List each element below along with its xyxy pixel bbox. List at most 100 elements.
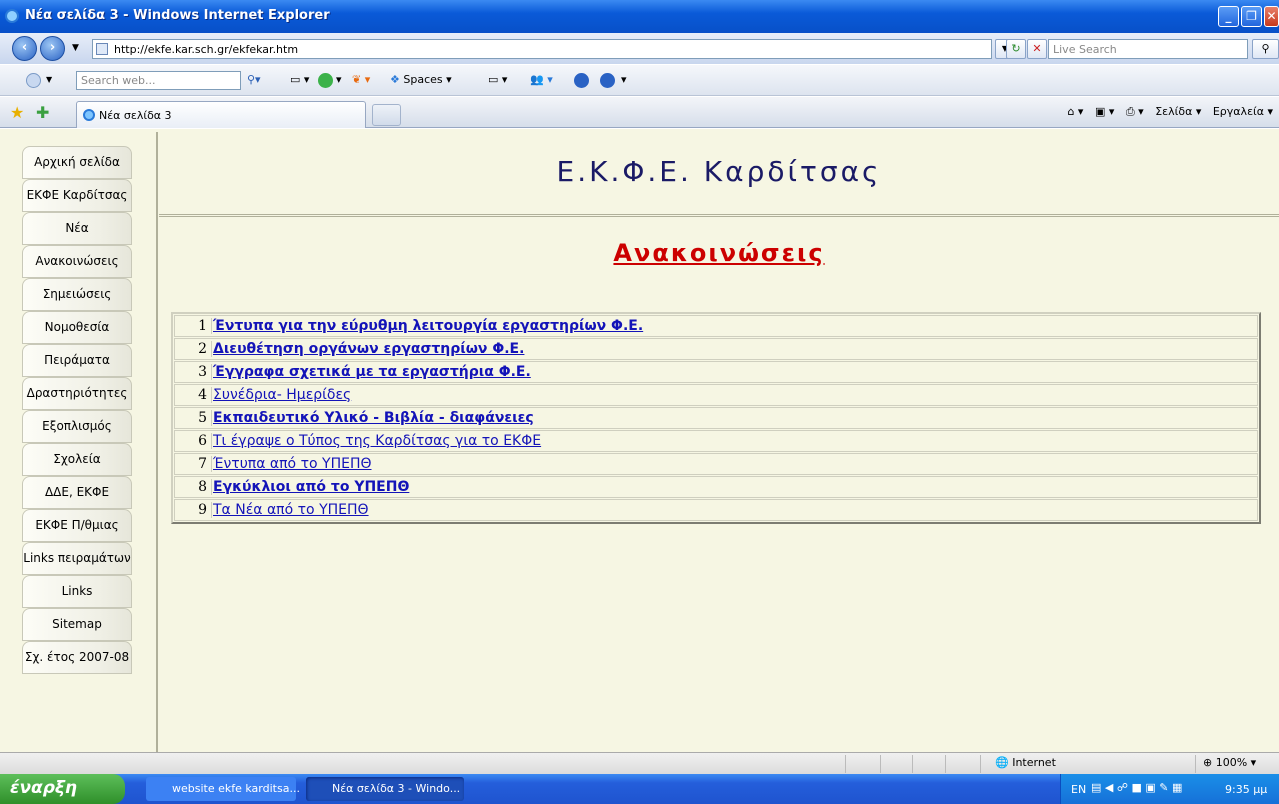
window-title: Νέα σελίδα 3 - Windows Internet Explorer [25,8,330,23]
table-row: 2 Διευθέτηση οργάνων εργαστηρίων Φ.Ε. [174,338,1258,360]
page-header: Ε.Κ.Φ.Ε. Καρδίτσας [159,129,1279,217]
toolbar-people-icon[interactable]: 👥 ▾ [530,73,553,86]
search-icon[interactable]: ⚲ [1252,39,1279,59]
add-favorites-icon[interactable]: ✚ [36,103,49,122]
refresh-icon[interactable]: ↻ [1006,39,1026,59]
nav-item[interactable]: Εξοπλισμός [22,410,132,443]
nav-item[interactable]: ΕΚΦΕ Π/θμιας [22,509,132,542]
nav-item[interactable]: Αρχική σελίδα [22,146,132,179]
nav-item[interactable]: Σχολεία [22,443,132,476]
print-icon[interactable]: ⎙ ▾ [1126,105,1144,118]
page-content: Αρχική σελίδα ΕΚΦΕ Καρδίτσας Νέα Ανακοινώσε… [0,129,1279,752]
home-icon[interactable]: ⌂ ▾ [1067,105,1083,118]
title-bar: Νέα σελίδα 3 - Windows Internet Explorer… [0,0,1279,33]
announcement-link[interactable]: Τι έγραψε ο Τύπος της Καρδίτσας για το Ε… [211,433,541,449]
taskbar-item-word[interactable]: website ekfe karditsa... [146,777,300,801]
zone-label: Internet [1012,756,1056,769]
zoom-control[interactable]: ⊕ 100% ▾ [1203,756,1256,769]
tab-active[interactable]: Νέα σελίδα 3 [76,101,366,128]
search-web-input[interactable]: Search web... [76,71,241,90]
page-menu[interactable]: Σελίδα ▾ [1155,105,1201,118]
start-label: έναρξη [10,778,78,798]
security-zone[interactable]: 🌐 Internet [995,756,1056,769]
nav-item[interactable]: Δραστηριότητες [22,377,132,410]
clock: 9:35 μμ [1225,783,1268,796]
spaces-button[interactable]: ❖ Spaces ▾ [390,73,452,86]
nav-item[interactable]: Links [22,575,132,608]
minimize-button[interactable]: _ [1218,6,1239,27]
nav-item[interactable]: Sitemap [22,608,132,641]
section-title: Ανακοινώσεις [613,239,825,267]
live-search-input[interactable]: Live Search [1048,39,1248,59]
toolbar-add-dropdown[interactable]: ▾ [336,73,342,86]
announcement-link[interactable]: Έγγραφα σχετικά με τα εργαστήρια Φ.Ε. [211,364,531,380]
close-button[interactable]: ✕ [1264,6,1279,27]
back-button[interactable]: ‹ [12,36,37,61]
toolbar-mail2-icon[interactable]: ▭ ▾ [488,73,507,86]
browser-window: Νέα σελίδα 3 - Windows Internet Explorer… [0,0,1279,804]
table-row: 8 Εγκύκλιοι από το ΥΠΕΠΘ [174,476,1258,498]
maximize-button[interactable]: ❐ [1241,6,1262,27]
table-row: 4 Συνέδρια- Ημερίδες [174,384,1258,406]
announcement-link[interactable]: Έντυπα από το ΥΠΕΠΘ [211,456,372,472]
nav-item[interactable]: Νέα [22,212,132,245]
command-bar: ⌂ ▾ ▣ ▾ ⎙ ▾ Σελίδα ▾ Εργαλεία ▾ [1059,105,1273,119]
zoom-level: 100% [1215,756,1248,769]
nav-item[interactable]: ΕΚΦΕ Καρδίτσας [22,179,132,212]
forward-button[interactable]: › [40,36,65,61]
status-bar: 🌐 Internet ⊕ 100% ▾ [0,752,1279,774]
nav-item[interactable]: ΔΔΕ, ΕΚΦΕ [22,476,132,509]
stop-icon[interactable]: ✕ [1027,39,1047,59]
nav-item[interactable]: Σχ. έτος 2007-08 [22,641,132,674]
new-tab-button[interactable] [372,104,401,126]
tab-label: Νέα σελίδα 3 [99,109,172,122]
row-number: 5 [198,410,207,426]
row-number: 3 [198,364,207,380]
nav-item[interactable]: Σημειώσεις [22,278,132,311]
row-number: 8 [198,479,207,495]
nav-item[interactable]: Πειράματα [22,344,132,377]
table-row: 6 Τι έγραψε ο Τύπος της Καρδίτσας για το … [174,430,1258,452]
announcement-link[interactable]: Τα Νέα από το ΥΠΕΠΘ [211,502,369,518]
start-button[interactable]: έναρξη [0,774,125,804]
address-bar-row: ‹ › ▼ http://ekfe.kar.sch.gr/ekfekar.htm… [0,33,1279,64]
toolbar-logo-icon[interactable] [26,73,41,88]
toolbar-help-icon[interactable] [600,73,615,88]
announcement-link[interactable]: Διευθέτηση οργάνων εργαστηρίων Φ.Ε. [211,341,524,357]
ie-icon [5,9,19,23]
toolbar-add-icon[interactable] [318,73,333,88]
toolbar-butterfly-icon[interactable]: ❦ ▾ [352,73,370,86]
table-row: 3 Έγγραφα σχετικά με τα εργαστήρια Φ.Ε. [174,361,1258,383]
site-title: Ε.Κ.Φ.Ε. Καρδίτσας [556,155,882,188]
table-row: 9 Τα Νέα από το ΥΠΕΠΘ [174,499,1258,521]
toolbar-more-dropdown[interactable]: ▾ [621,73,627,86]
announcement-link[interactable]: Έντυπα για την εύρυθμη λειτουργία εργαστ… [211,318,643,334]
announcement-link[interactable]: Εγκύκλιοι από το ΥΠΕΠΘ [211,479,409,495]
table-row: 7 Έντυπα από το ΥΠΕΠΘ [174,453,1258,475]
taskbar: έναρξη website ekfe karditsa... Νέα σελί… [0,774,1279,804]
nav-item[interactable]: Links πειραμάτων [22,542,132,575]
address-url: http://ekfe.kar.sch.gr/ekfekar.htm [114,43,299,56]
language-indicator[interactable]: EN [1071,783,1086,796]
feeds-icon[interactable]: ▣ ▾ [1095,105,1114,118]
address-input[interactable]: http://ekfe.kar.sch.gr/ekfekar.htm [92,39,992,59]
table-row: 5 Εκπαιδευτικό Υλικό - Βιβλία - διαφάνειε… [174,407,1258,429]
recent-pages-dropdown[interactable]: ▼ [72,43,79,53]
page-icon [96,43,108,55]
nav-item[interactable]: Ανακοινώσεις [22,245,132,278]
toolbar-globe-icon[interactable] [574,73,589,88]
announcement-link[interactable]: Εκπαιδευτικό Υλικό - Βιβλία - διαφάνειες [211,410,534,426]
favorites-star-icon[interactable]: ★ [10,103,24,122]
taskbar-item-ie[interactable]: Νέα σελίδα 3 - Windo... [306,777,464,801]
tab-bar: ★ ✚ Νέα σελίδα 3 ⌂ ▾ ▣ ▾ ⎙ ▾ Σελίδα ▾ Ερ… [0,97,1279,128]
tab-ie-icon [83,109,95,121]
row-number: 4 [198,387,207,403]
toolbar-menu-arrow[interactable]: ▼ [46,75,52,84]
announcement-link[interactable]: Συνέδρια- Ημερίδες [211,387,351,403]
toolbar-mail-icon[interactable]: ▭ ▾ [290,73,309,86]
toolbar-search-icon[interactable]: ⚲▾ [247,73,261,86]
tools-menu[interactable]: Εργαλεία ▾ [1213,105,1273,118]
tray-icons[interactable]: ▤ ◀ ☍ ■ ▣ ✎ ▦ [1091,781,1182,794]
nav-item[interactable]: Νομοθεσία [22,311,132,344]
search-toolbar: ▼ Search web... ⚲▾ ▭ ▾ ▾ ❦ ▾ ❖ Spaces ▾ … [0,65,1279,96]
